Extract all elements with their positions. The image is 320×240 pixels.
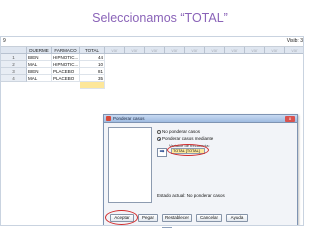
variable-list[interactable] <box>108 127 152 203</box>
divider <box>162 227 172 230</box>
dialog-title: Ponderar casos <box>113 116 145 121</box>
cell-duerme[interactable]: BIEN <box>27 54 52 61</box>
radio-icon <box>157 129 161 134</box>
cell-farmaco[interactable]: HIPNOTIC... <box>52 54 80 61</box>
aceptar-button[interactable]: Aceptar <box>110 214 134 222</box>
radio-label: No ponderar casos <box>162 129 201 134</box>
column-header-var[interactable]: var <box>285 47 303 54</box>
row-number[interactable]: 2 <box>1 61 27 68</box>
column-header-var[interactable]: var <box>245 47 265 54</box>
radio-ponderar-mediante[interactable]: Ponderar casos mediante <box>157 136 213 141</box>
column-header-var[interactable]: var <box>205 47 225 54</box>
column-header-var[interactable]: var <box>265 47 285 54</box>
cell-duerme[interactable]: BIEN <box>27 68 52 75</box>
row-number[interactable]: 4 <box>1 75 27 82</box>
spss-screenshot: 9 Visib: 3 DUERME FARMACO TOTAL var var … <box>0 36 304 226</box>
cell-farmaco[interactable]: PLACEBO <box>52 68 80 75</box>
ayuda-button[interactable]: Ayuda <box>226 214 248 222</box>
restablecer-button[interactable]: Restablecer <box>162 214 192 222</box>
pegar-button[interactable]: Pegar <box>138 214 158 222</box>
cell-farmaco[interactable]: HIPNOTIC... <box>52 61 80 68</box>
radio-label: Ponderar casos mediante <box>162 136 214 141</box>
cell-total[interactable]: 44 <box>80 54 105 61</box>
data-editor-topbar: 9 Visib: 3 <box>1 37 303 47</box>
visible-variables-count: Visib: 3 <box>286 38 303 44</box>
dialog-titlebar[interactable]: Ponderar casos x <box>104 115 297 123</box>
dialog-button-row: Aceptar Pegar Restablecer Cancelar Ayuda <box>104 214 297 223</box>
grid-corner <box>1 47 27 54</box>
cell-duerme[interactable]: MAL <box>27 61 52 68</box>
row-number[interactable]: 3 <box>1 68 27 75</box>
radio-no-ponderar[interactable]: No ponderar casos <box>157 129 200 134</box>
ponderar-casos-dialog: Ponderar casos x No ponderar casos Ponde… <box>103 114 298 225</box>
cell-duerme[interactable]: MAL <box>27 75 52 82</box>
cell-total[interactable]: 81 <box>80 68 105 75</box>
row-number[interactable]: 1 <box>1 54 27 61</box>
column-header-total[interactable]: TOTAL <box>80 47 105 54</box>
cell-total[interactable]: 35 <box>80 75 105 82</box>
frequency-variable-field[interactable]: TOTAL [TOTAL] <box>171 148 205 154</box>
column-header-duerme[interactable]: DUERME <box>27 47 52 54</box>
close-icon[interactable]: x <box>285 116 295 122</box>
selected-cell[interactable] <box>80 82 105 89</box>
slide-title: Seleccionamos “TOTAL” <box>92 11 228 25</box>
column-header-var[interactable]: var <box>165 47 185 54</box>
current-status-text: Estado actual: No ponderar casos <box>157 193 225 198</box>
column-header-var[interactable]: var <box>105 47 125 54</box>
column-header-var[interactable]: var <box>145 47 165 54</box>
column-header-var[interactable]: var <box>125 47 145 54</box>
cell-farmaco[interactable]: PLACEBO <box>52 75 80 82</box>
cancelar-button[interactable]: Cancelar <box>196 214 222 222</box>
cell-total[interactable]: 10 <box>80 61 105 68</box>
column-header-farmaco[interactable]: FARMACO <box>52 47 80 54</box>
column-header-var[interactable]: var <box>185 47 205 54</box>
app-icon <box>106 116 111 121</box>
radio-selected-icon <box>157 136 161 141</box>
cell-reference: 9 <box>3 38 6 44</box>
move-variable-button[interactable]: ➡ <box>157 148 167 157</box>
column-header-var[interactable]: var <box>225 47 245 54</box>
